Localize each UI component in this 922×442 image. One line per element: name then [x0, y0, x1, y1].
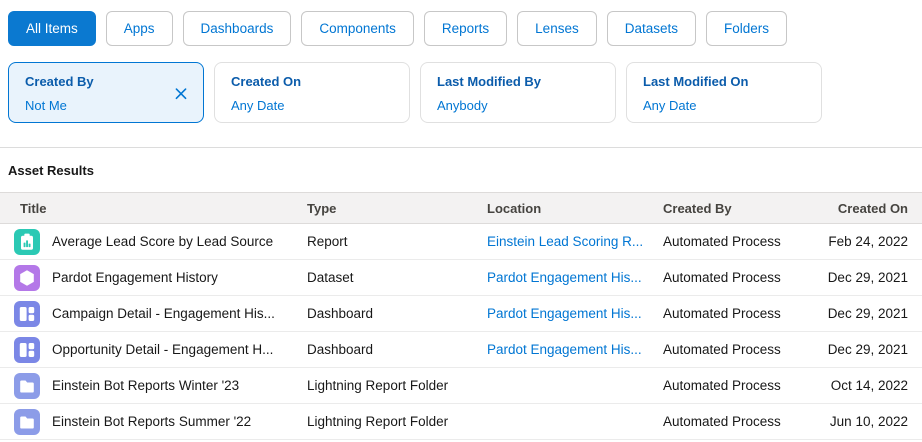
asset-title: Opportunity Detail - Engagement H... [52, 342, 274, 357]
table-row[interactable]: Average Lead Score by Lead Source Report E… [0, 224, 922, 260]
cell-type: Dashboard [307, 306, 374, 321]
tab-reports[interactable]: Reports [423, 11, 508, 46]
cell-title[interactable]: Campaign Detail - Engagement His... [0, 300, 307, 327]
cell-type: Dashboard [307, 342, 374, 357]
cell-created-by: Automated Process [663, 270, 781, 285]
filter-title: Last Modified By [437, 74, 542, 89]
folder-icon [14, 408, 40, 435]
location-link[interactable]: Pardot Engagement His... [487, 306, 642, 321]
column-header-location: Location [487, 200, 542, 216]
cell-title[interactable]: Opportunity Detail - Engagement H... [0, 336, 307, 363]
tab-folders[interactable]: Folders [706, 11, 788, 46]
table-row[interactable]: Pardot Engagement History Dataset Pardot E… [0, 260, 922, 296]
cell-location: Einstein Lead Scoring R... [487, 234, 663, 249]
filter-cards: Created By Not Me Created On Any Date Last … [0, 46, 922, 123]
filter-last-modified-on[interactable]: Last Modified On Any Date [626, 62, 822, 123]
dashboard-icon [14, 300, 40, 327]
cell-created-on: Oct 14, 2022 [830, 378, 908, 393]
table-row[interactable]: Opportunity Detail - Engagement H... Dash… [0, 332, 922, 368]
table-header-row: Title Type Location Created By Created On [0, 192, 922, 224]
filter-title: Created By [25, 74, 94, 89]
filter-title: Last Modified On [643, 74, 749, 89]
asset-results-table: Title Type Location Created By Created On Av… [0, 192, 922, 440]
filter-created-by[interactable]: Created By Not Me [8, 62, 204, 123]
location-link[interactable]: Einstein Lead Scoring R... [487, 234, 643, 249]
cell-type: Report [307, 234, 348, 249]
close-icon[interactable] [172, 84, 190, 102]
cell-created-on: Dec 29, 2021 [827, 342, 908, 357]
asset-title: Einstein Bot Reports Winter '23 [52, 378, 240, 393]
filter-last-modified-by[interactable]: Last Modified By Anybody [420, 62, 616, 123]
cell-created-on: Dec 29, 2021 [827, 306, 908, 321]
cell-created-on: Jun 10, 2022 [829, 414, 908, 429]
dataset-icon [14, 264, 40, 291]
cell-title[interactable]: Einstein Bot Reports Summer '22 [0, 408, 307, 435]
cell-title[interactable]: Einstein Bot Reports Winter '23 [0, 372, 307, 399]
tab-lenses[interactable]: Lenses [517, 11, 597, 46]
cell-title[interactable]: Pardot Engagement History [0, 264, 307, 291]
cell-created-on: Dec 29, 2021 [827, 270, 908, 285]
cell-created-by: Automated Process [663, 414, 781, 429]
column-header-created-by: Created By [663, 200, 732, 216]
results-heading: Asset Results [8, 163, 94, 178]
cell-type: Dataset [307, 270, 354, 285]
filter-value: Any Date [231, 98, 285, 113]
tab-components[interactable]: Components [301, 11, 414, 46]
asset-title: Einstein Bot Reports Summer '22 [52, 414, 252, 429]
tab-all-items[interactable]: All Items [8, 11, 96, 46]
table-row[interactable]: Campaign Detail - Engagement His... Dashb… [0, 296, 922, 332]
table-body: Average Lead Score by Lead Source Report E… [0, 224, 922, 440]
table-row[interactable]: Einstein Bot Reports Summer '22 Lightning… [0, 404, 922, 440]
tab-datasets[interactable]: Datasets [606, 11, 696, 46]
cell-location: Pardot Engagement His... [487, 270, 663, 285]
column-header-title: Title [20, 200, 47, 216]
location-link[interactable]: Pardot Engagement His... [487, 270, 642, 285]
folder-icon [14, 372, 40, 399]
cell-created-on: Feb 24, 2022 [828, 234, 908, 249]
dashboard-icon [14, 336, 40, 363]
cell-type: Lightning Report Folder [307, 378, 449, 393]
location-link[interactable]: Pardot Engagement His... [487, 342, 642, 357]
report-icon [14, 228, 40, 255]
filter-value: Anybody [437, 98, 488, 113]
cell-created-by: Automated Process [663, 234, 781, 249]
cell-created-by: Automated Process [663, 306, 781, 321]
cell-title[interactable]: Average Lead Score by Lead Source [0, 228, 307, 255]
filter-created-on[interactable]: Created On Any Date [214, 62, 410, 123]
asset-title: Campaign Detail - Engagement His... [52, 306, 275, 321]
asset-type-tabs: All Items Apps Dashboards Components Reports… [0, 0, 922, 46]
filter-value: Not Me [25, 98, 67, 113]
filter-value: Any Date [643, 98, 697, 113]
column-header-type: Type [307, 200, 337, 216]
cell-location: Pardot Engagement His... [487, 306, 663, 321]
column-header-created-on: Created On [837, 200, 908, 216]
cell-type: Lightning Report Folder [307, 414, 449, 429]
filter-title: Created On [231, 74, 302, 89]
tab-apps[interactable]: Apps [105, 11, 173, 46]
asset-title: Pardot Engagement History [52, 270, 218, 285]
cell-created-by: Automated Process [663, 342, 781, 357]
table-row[interactable]: Einstein Bot Reports Winter '23 Lightning… [0, 368, 922, 404]
tab-dashboards[interactable]: Dashboards [182, 11, 292, 46]
asset-title: Average Lead Score by Lead Source [52, 234, 274, 249]
cell-created-by: Automated Process [663, 378, 781, 393]
cell-location: Pardot Engagement His... [487, 342, 663, 357]
